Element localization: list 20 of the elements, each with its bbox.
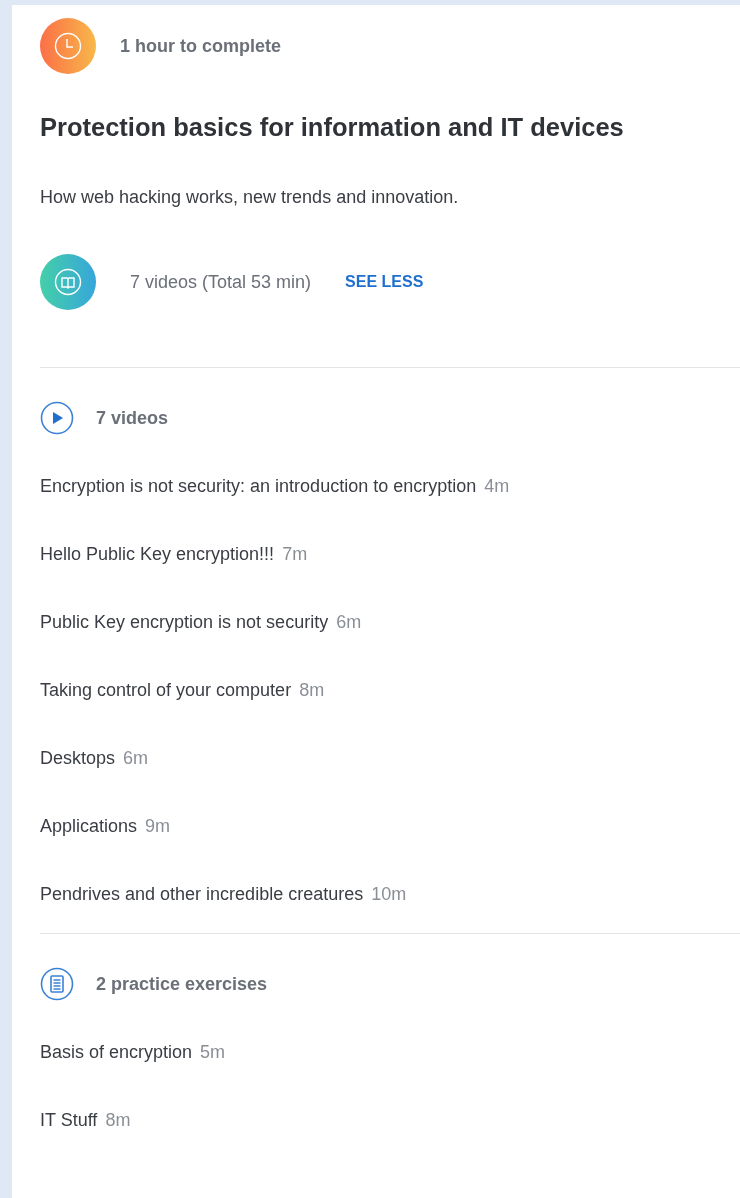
section-heading: 7 videos bbox=[96, 407, 169, 429]
lesson-item[interactable]: IT Stuff 8m bbox=[40, 1086, 740, 1154]
lesson-item[interactable]: Pendrives and other incredible creatures 10m bbox=[40, 860, 740, 928]
play-icon bbox=[40, 401, 74, 435]
course-description: How web hacking works, new trends and innovation. bbox=[40, 187, 460, 208]
book-icon bbox=[54, 268, 82, 296]
lesson-item[interactable]: Applications 9m bbox=[40, 792, 740, 860]
lesson-item[interactable]: Hello Public Key encryption!!! 7m bbox=[40, 520, 740, 588]
see-less-link[interactable]: SEE LESS bbox=[345, 273, 424, 291]
clock-icon bbox=[54, 32, 82, 60]
duration-label: 1 hour to complete bbox=[120, 35, 281, 57]
course-title: Protection basics for information and IT devices bbox=[40, 113, 625, 142]
lesson-item[interactable]: Basis of encryption 5m bbox=[40, 1018, 740, 1086]
summary-text: 7 videos (Total 53 min) bbox=[130, 271, 312, 293]
document-list-icon bbox=[40, 967, 74, 1001]
lesson-item[interactable]: Encryption is not security: an introduction to encryption 4m bbox=[40, 452, 740, 520]
lesson-item[interactable]: Taking control of your computer 8m bbox=[40, 656, 740, 724]
lesson-item[interactable]: Public Key encryption is not security 6m bbox=[40, 588, 740, 656]
lesson-item[interactable]: Desktops 6m bbox=[40, 724, 740, 792]
section-heading: 2 practice exercises bbox=[96, 973, 268, 995]
